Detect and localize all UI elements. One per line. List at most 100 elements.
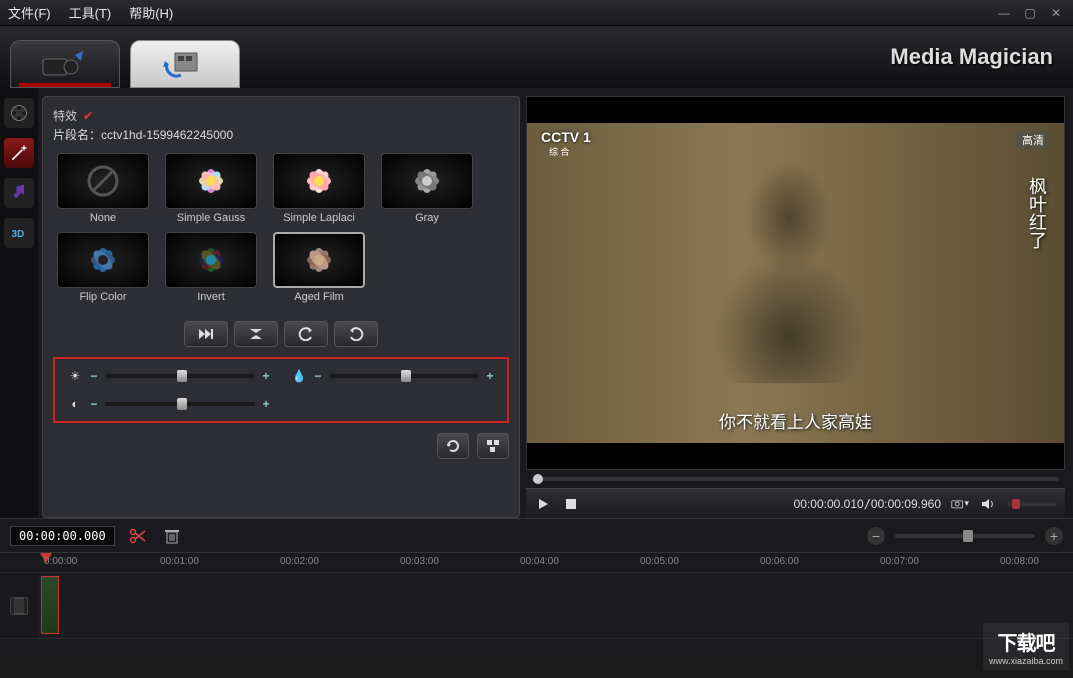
collapse-button[interactable] [234, 321, 278, 347]
ruler-tick: 00:05:00 [640, 556, 679, 567]
maximize-button[interactable]: ▢ [1021, 6, 1039, 20]
effect-label: Gray [415, 212, 439, 224]
tool-media[interactable] [4, 98, 34, 128]
track-head[interactable] [0, 573, 38, 638]
film-convert-icon [161, 49, 209, 79]
zoom-slider[interactable] [895, 534, 1035, 538]
effect-gray[interactable]: Gray [377, 153, 477, 224]
redo-button[interactable] [334, 321, 378, 347]
effect-label: Simple Laplaci [283, 212, 355, 224]
subtitle-text: 你不就看上人家高娃 [719, 408, 872, 433]
tool-effects[interactable] [4, 138, 34, 168]
ruler-tick: 00:01:00 [160, 556, 199, 567]
timecode: 00:00:00.010/00:00:09.960 [794, 497, 941, 511]
filmstrip-icon [9, 596, 29, 616]
volume-slider[interactable] [1007, 502, 1057, 506]
scrub-bar[interactable] [526, 470, 1065, 488]
preview-panel: CCTV 1 综 合 高清 枫叶红了 你不就看上人家高娃 00:00:00.01… [526, 96, 1065, 518]
flower-icon [299, 240, 339, 280]
tool-audio[interactable] [4, 178, 34, 208]
effect-label: Flip Color [79, 291, 126, 303]
effect-invert[interactable]: Invert [161, 232, 261, 303]
speaker-icon [981, 498, 995, 510]
channel-sub: 综 合 [549, 145, 570, 158]
brightness-icon: ☀ [67, 369, 83, 383]
none-icon [83, 161, 123, 201]
flower-icon [83, 240, 123, 280]
timeline-clip[interactable] [41, 576, 59, 634]
ruler-tick: 00:07:00 [880, 556, 919, 567]
undo-button[interactable] [284, 321, 328, 347]
tab-edit[interactable] [10, 40, 120, 88]
play-button[interactable] [534, 495, 552, 513]
play-icon [537, 498, 549, 510]
effect-flip-color[interactable]: Flip Color [53, 232, 153, 303]
effect-none[interactable]: None [53, 153, 153, 224]
video-content [699, 153, 879, 383]
watermark-url: www.xiazaiba.com [989, 656, 1063, 666]
apply-button[interactable] [477, 433, 509, 459]
camera-icon [951, 498, 963, 510]
menu-help[interactable]: 帮助(H) [129, 3, 173, 22]
flower-icon [191, 161, 231, 201]
effect-simple-laplaci[interactable]: Simple Laplaci [269, 153, 369, 224]
menu-bar: 文件(F) 工具(T) 帮助(H) — ▢ ✕ [0, 0, 1073, 26]
contrast-slider[interactable]: ◐ − + [67, 397, 271, 411]
watermark: 下载吧 www.xiazaiba.com [983, 623, 1069, 670]
menu-tools[interactable]: 工具(T) [69, 3, 112, 22]
three-d-icon: 3D [9, 223, 29, 243]
effect-simple-gauss[interactable]: Simple Gauss [161, 153, 261, 224]
wand-icon [9, 143, 29, 163]
timeline-area: 00:00:00.000 − + 0:00:00 00:01:00 00:02:… [0, 518, 1073, 656]
delete-button[interactable] [161, 525, 183, 547]
volume-button[interactable] [979, 495, 997, 513]
effect-label: None [90, 212, 116, 224]
scissors-icon [129, 527, 147, 545]
video-track [0, 572, 1073, 638]
redo-icon [348, 327, 364, 341]
effect-aged-film[interactable]: Aged Film [269, 232, 369, 303]
effect-label: Aged Film [294, 291, 344, 303]
menu-file[interactable]: 文件(F) [8, 3, 51, 22]
camcorder-icon [41, 49, 89, 79]
effect-toolbar [53, 321, 509, 347]
stop-button[interactable] [562, 495, 580, 513]
music-note-icon [9, 183, 29, 203]
channel-logo: CCTV 1 [541, 129, 591, 145]
undo-icon [298, 327, 314, 341]
close-button[interactable]: ✕ [1047, 6, 1065, 20]
film-reel-icon [9, 103, 29, 123]
ruler-tick: 00:03:00 [400, 556, 439, 567]
ruler-tick: 00:08:00 [1000, 556, 1039, 567]
app-brand: Media Magician [890, 44, 1053, 70]
enabled-check-icon[interactable]: ✔ [83, 109, 93, 123]
effect-label: Invert [197, 291, 225, 303]
minimize-button[interactable]: — [995, 6, 1013, 20]
brightness-slider[interactable]: ☀ − + [67, 369, 271, 383]
track-body[interactable] [38, 573, 1073, 638]
zoom-out-button[interactable]: − [867, 527, 885, 545]
zoom-in-button[interactable]: + [1045, 527, 1063, 545]
side-toolbar: 3D [0, 88, 38, 518]
flower-icon [407, 161, 447, 201]
drop-icon: 💧 [291, 369, 307, 383]
contrast-icon: ◐ [67, 397, 83, 411]
tab-convert[interactable] [130, 40, 240, 88]
clip-label: 片段名： [53, 128, 101, 142]
effects-grid: None Simple Gauss Simple Laplaci Gray Fl… [53, 153, 509, 303]
video-preview[interactable]: CCTV 1 综 合 高清 枫叶红了 你不就看上人家高娃 [526, 96, 1065, 470]
timeline-ruler[interactable]: 0:00:00 00:01:00 00:02:00 00:03:00 00:04… [0, 552, 1073, 572]
refresh-icon [445, 438, 461, 454]
ruler-tick: 00:02:00 [280, 556, 319, 567]
reset-button[interactable] [437, 433, 469, 459]
collapse-icon [248, 327, 264, 341]
snapshot-button[interactable]: ▾ [951, 495, 969, 513]
tool-3d[interactable]: 3D [4, 218, 34, 248]
mode-tabbar: Media Magician [0, 26, 1073, 88]
flower-icon [299, 161, 339, 201]
skip-button[interactable] [184, 321, 228, 347]
cut-button[interactable] [127, 525, 149, 547]
trash-icon [164, 527, 180, 545]
saturation-slider[interactable]: 💧 − + [291, 369, 495, 383]
watermark-logo: 下载吧 [997, 627, 1054, 656]
